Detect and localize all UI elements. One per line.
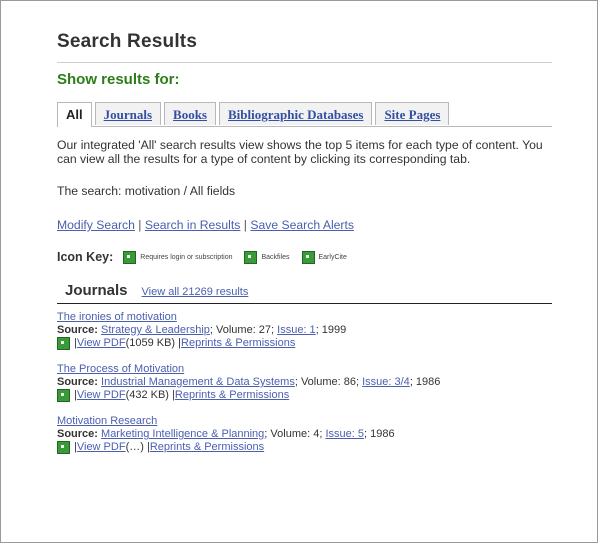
- result-title-link[interactable]: The ironies of motivation: [57, 311, 177, 323]
- source-label: Source:: [57, 324, 98, 336]
- subscription-icon: [57, 441, 70, 454]
- reprints-permissions-link[interactable]: Reprints & Permissions: [175, 389, 289, 402]
- subscription-icon: [57, 389, 70, 402]
- journal-result: Motivation Research Source: Marketing In…: [57, 415, 552, 454]
- year-text: ; 1986: [409, 376, 441, 388]
- view-pdf-link[interactable]: View PDF: [77, 337, 126, 350]
- reprints-permissions-link[interactable]: Reprints & Permissions: [150, 441, 264, 454]
- view-pdf-link[interactable]: View PDF: [77, 441, 126, 454]
- icon-key: Icon Key: Requires login or subscription…: [57, 250, 552, 264]
- icon-key-text: Requires login or subscription: [140, 253, 233, 261]
- journals-section-header: Journals View all 21269 results: [57, 282, 552, 304]
- year-text: ; 1986: [363, 428, 395, 440]
- reprints-permissions-link[interactable]: Reprints & Permissions: [181, 337, 295, 350]
- result-type-tabs: All Journals Books Bibliographic Databas…: [57, 102, 552, 127]
- source-label: Source:: [57, 376, 98, 388]
- tab-all[interactable]: All: [57, 102, 92, 127]
- volume-text: ; Volume: 27;: [209, 324, 278, 336]
- backfiles-icon: [244, 250, 258, 264]
- search-in-results-link[interactable]: Search in Results: [145, 218, 241, 232]
- tab-site-pages[interactable]: Site Pages: [375, 102, 450, 125]
- subscription-icon: [57, 337, 70, 350]
- page-frame: Search Results Show results for: All Jou…: [0, 0, 598, 543]
- all-view-description: Our integrated 'All' search results view…: [57, 138, 543, 166]
- modify-search-link[interactable]: Modify Search: [57, 218, 135, 232]
- source-link[interactable]: Industrial Management & Data Systems: [101, 376, 295, 388]
- tab-bibliographic-databases[interactable]: Bibliographic Databases: [219, 102, 373, 125]
- source-label: Source:: [57, 428, 98, 440]
- icon-key-item: Requires login or subscription: [123, 250, 233, 264]
- icon-key-item: Backfiles: [244, 250, 290, 264]
- icon-key-text: EarlyCite: [318, 253, 347, 261]
- title-divider: [57, 62, 552, 63]
- tab-books[interactable]: Books: [164, 102, 216, 125]
- separator: |: [134, 218, 145, 232]
- search-summary: The search: motivation / All fields: [57, 184, 236, 198]
- journal-result: The ironies of motivation Source: Strate…: [57, 311, 552, 350]
- search-actions: Modify Search | Search in Results | Save…: [57, 218, 552, 232]
- show-results-heading: Show results for:: [57, 71, 180, 88]
- view-all-journals-link[interactable]: View all 21269 results: [142, 286, 249, 298]
- pdf-size: (432 KB) |: [125, 389, 175, 401]
- year-text: ; 1999: [315, 324, 347, 336]
- main-content: Search Results Show results for: All Jou…: [57, 31, 552, 454]
- icon-key-label: Icon Key:: [57, 250, 114, 264]
- pdf-size: (…) |: [125, 441, 150, 453]
- issue-link[interactable]: Issue: 3/4: [362, 376, 410, 388]
- volume-text: ; Volume: 86;: [294, 376, 363, 388]
- result-title-link[interactable]: The Process of Motivation: [57, 363, 184, 375]
- page-title: Search Results: [57, 31, 198, 52]
- result-title-link[interactable]: Motivation Research: [57, 415, 157, 427]
- issue-link[interactable]: Issue: 1: [277, 324, 316, 336]
- source-link[interactable]: Marketing Intelligence & Planning: [101, 428, 264, 440]
- save-search-alerts-link[interactable]: Save Search Alerts: [250, 218, 354, 232]
- earlycite-icon: [301, 250, 315, 264]
- source-link[interactable]: Strategy & Leadership: [101, 324, 210, 336]
- tab-journals[interactable]: Journals: [94, 102, 162, 125]
- separator: |: [240, 218, 251, 232]
- icon-key-item: EarlyCite: [301, 250, 347, 264]
- pdf-size: (1059 KB) |: [125, 337, 182, 349]
- journal-result: The Process of Motivation Source: Indust…: [57, 363, 552, 402]
- journals-section-title: Journals: [65, 282, 128, 299]
- volume-text: ; Volume: 4;: [264, 428, 326, 440]
- view-pdf-link[interactable]: View PDF: [77, 389, 126, 402]
- icon-key-text: Backfiles: [261, 253, 290, 261]
- subscription-icon: [123, 250, 137, 264]
- issue-link[interactable]: Issue: 5: [325, 428, 364, 440]
